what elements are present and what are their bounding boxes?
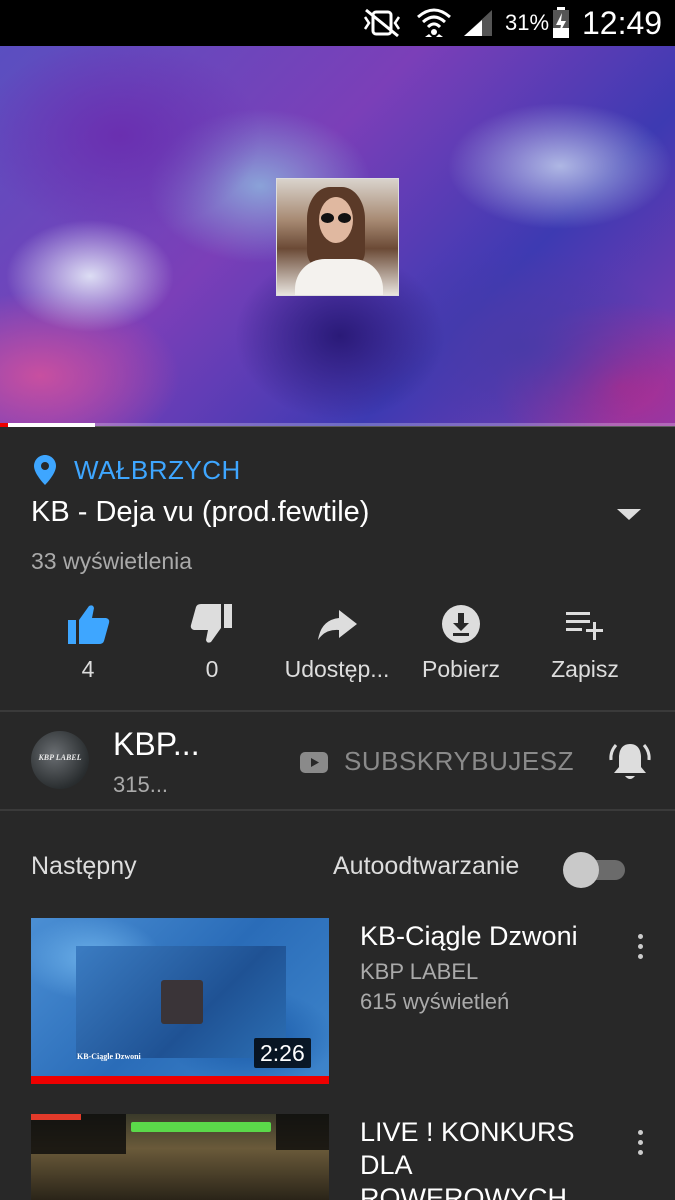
divider	[0, 809, 675, 811]
wifi-icon	[416, 0, 452, 46]
video-title: KB - Deja vu (prod.fewtile)	[31, 496, 370, 528]
signal-icon	[462, 0, 494, 46]
avatar-logo-text: KBP LABEL	[38, 753, 82, 762]
clock: 12:49	[582, 4, 663, 41]
battery-percent: 31%	[505, 10, 550, 35]
more-options-icon[interactable]	[630, 932, 652, 962]
share-label: Udostęp...	[284, 656, 390, 682]
up-next-heading: Następny	[31, 852, 137, 880]
video-artwork-image	[276, 178, 399, 296]
view-count: 33 wyświetlenia	[31, 548, 193, 574]
divider	[0, 710, 675, 712]
subscribe-button[interactable]: SUBSKRYBUJESZ	[344, 746, 574, 777]
expand-description-button[interactable]	[612, 500, 646, 528]
save-label: Zapisz	[551, 656, 619, 682]
playlist-add-icon	[566, 612, 603, 640]
video-progress-bar[interactable]	[0, 423, 675, 427]
location-link[interactable]: WAŁBRZYCH	[34, 452, 241, 488]
action-bar: 4 0 Udostęp... Pobierz Zapisz	[26, 598, 649, 698]
subscriber-count: 315...	[113, 772, 169, 797]
youtube-logo-icon	[300, 752, 328, 773]
video-progress-scrubber[interactable]	[0, 423, 8, 427]
autoplay-label: Autoodtwarzanie	[333, 852, 520, 880]
up-next-thumbnail[interactable]	[31, 1114, 329, 1200]
game-hud-panel	[276, 1114, 329, 1150]
dislike-count: 0	[205, 656, 219, 682]
video-player[interactable]	[0, 46, 675, 426]
thumbnail-caption: KB-Ciągle Dzwoni	[77, 1052, 141, 1061]
thumbs-down-icon	[190, 604, 232, 643]
location-label: WAŁBRZYCH	[74, 454, 241, 485]
more-options-icon[interactable]	[630, 1128, 652, 1158]
download-button[interactable]: Pobierz	[399, 598, 523, 698]
game-hud-panel	[31, 1114, 126, 1154]
location-pin-icon	[34, 455, 56, 485]
up-next-thumbnail[interactable]: KB-Ciągle Dzwoni 2:26	[31, 918, 329, 1084]
chevron-down-icon	[617, 509, 641, 520]
like-count: 4	[81, 656, 95, 682]
dislike-button[interactable]: 0	[150, 598, 274, 698]
bell-ringing-icon	[609, 744, 651, 779]
phone-call-graphic	[161, 980, 203, 1024]
watched-progress-bar	[31, 1076, 329, 1084]
autoplay-toggle[interactable]	[563, 852, 625, 888]
share-icon	[318, 610, 357, 640]
thumbs-up-icon	[68, 605, 110, 644]
channel-avatar[interactable]: KBP LABEL	[31, 731, 89, 789]
battery-charging-icon	[552, 0, 570, 46]
up-next-title[interactable]: KB-Ciągle Dzwoni	[360, 920, 600, 953]
game-hud-bar	[131, 1122, 271, 1132]
mute-vibrate-icon	[362, 0, 402, 46]
toggle-knob	[563, 852, 599, 888]
video-duration: 2:26	[254, 1038, 311, 1068]
notification-bell-button[interactable]	[608, 740, 652, 784]
save-button[interactable]: Zapisz	[523, 598, 647, 698]
up-next-channel: KBP LABEL	[360, 959, 479, 984]
up-next-title[interactable]: LIVE ! KONKURS DLA ROWEROWYCH	[360, 1116, 600, 1200]
status-bar: 31% 12:49	[0, 0, 675, 46]
share-button[interactable]: Udostęp...	[275, 598, 399, 698]
like-button[interactable]: 4	[26, 598, 150, 698]
video-progress-played	[0, 423, 95, 427]
up-next-views: 615 wyświetleń	[360, 989, 510, 1014]
channel-name[interactable]: KBP...	[113, 726, 200, 763]
download-icon	[442, 605, 480, 643]
download-label: Pobierz	[422, 656, 500, 682]
